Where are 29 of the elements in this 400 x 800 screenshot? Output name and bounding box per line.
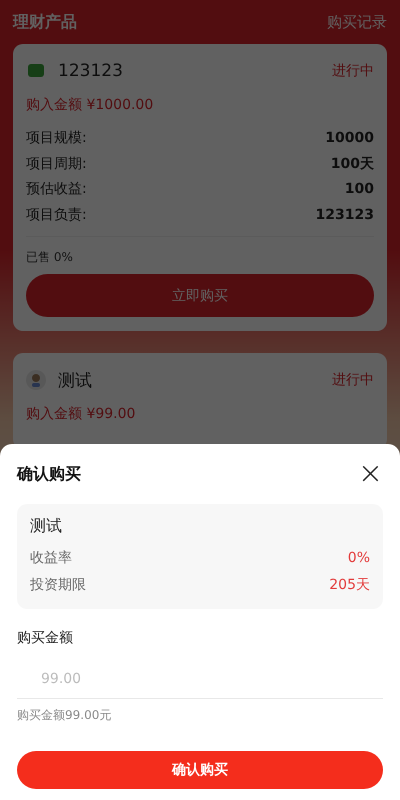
amount-label: 购买金额 xyxy=(17,629,74,647)
detail-label: 预估收益: xyxy=(26,180,87,199)
purchase-amount: 购入金额 ¥1000.00 xyxy=(26,96,154,114)
product-name: 测试 xyxy=(30,516,63,537)
detail-value: 10000 xyxy=(325,129,374,148)
status-label: 进行中 xyxy=(332,62,374,80)
confirm-purchase-button[interactable]: 确认购买 xyxy=(17,751,383,789)
info-label: 投资期限 xyxy=(30,576,86,595)
info-value: 205天 xyxy=(329,576,370,595)
sold-percentage: 已售 0% xyxy=(26,249,74,266)
product-name: 123123 xyxy=(58,61,123,81)
dialog-title: 确认购买 xyxy=(17,464,81,484)
detail-value: 100 xyxy=(344,180,374,199)
detail-value: 123123 xyxy=(316,206,374,224)
info-value: 0% xyxy=(348,549,370,568)
detail-label: 项目规模: xyxy=(26,129,87,148)
close-button[interactable]: × xyxy=(358,459,383,489)
detail-label: 项目周期: xyxy=(26,154,87,174)
amount-hint: 购买金额99.00元 xyxy=(17,707,112,724)
avatar-icon xyxy=(26,370,46,390)
purchase-records-link[interactable]: 购买记录 xyxy=(327,12,387,32)
purchase-amount: 购入金额 ¥99.00 xyxy=(26,405,136,423)
page-title: 理财产品 xyxy=(13,12,77,32)
info-label: 收益率 xyxy=(30,549,72,568)
detail-label: 项目负责: xyxy=(26,206,87,224)
product-name: 测试 xyxy=(58,370,92,392)
detail-value: 100天 xyxy=(330,154,374,174)
buy-now-button[interactable]: 立即购买 xyxy=(26,274,374,317)
status-label: 进行中 xyxy=(332,371,374,389)
